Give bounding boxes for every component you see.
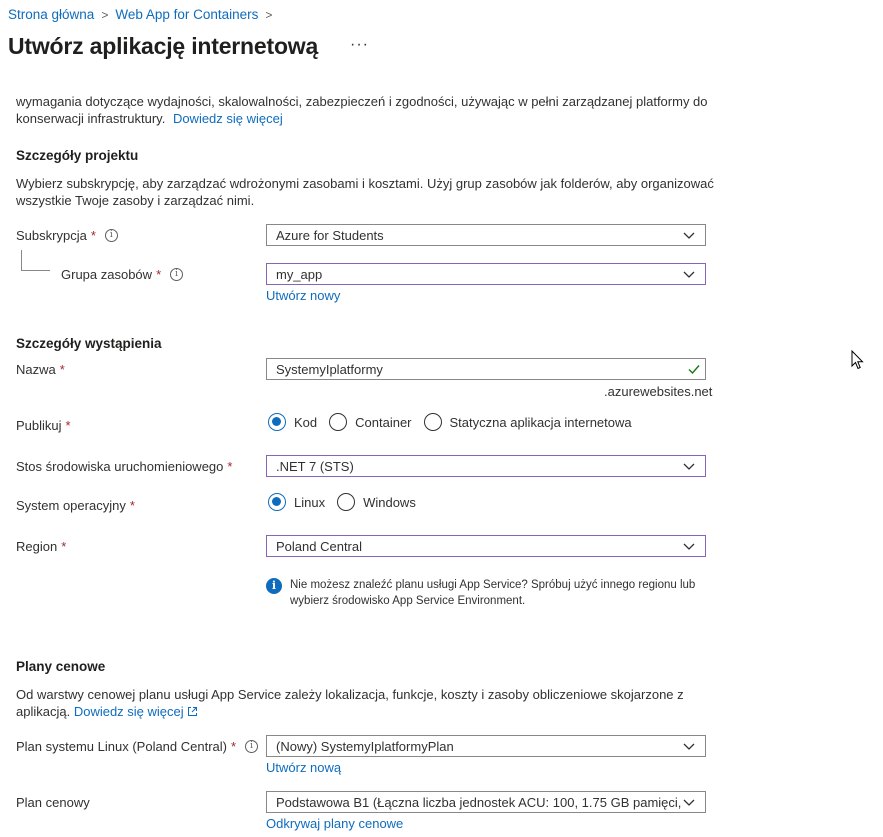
subscription-label: Subskrypcja * i (16, 228, 118, 243)
pricing-heading: Plany cenowe (16, 659, 106, 674)
region-dropdown[interactable]: Poland Central (266, 535, 706, 557)
breadcrumb: Strona główna > Web App for Containers > (8, 7, 279, 22)
scrolled-text-fragment (16, 78, 706, 86)
info-icon[interactable]: i (104, 229, 118, 242)
page-title: Utwórz aplikację internetową (8, 33, 319, 59)
os-linux-radio[interactable] (268, 493, 286, 511)
chevron-down-icon (683, 543, 695, 550)
publish-container-radio[interactable] (329, 413, 348, 431)
domain-suffix: .azurewebsites.net (604, 384, 713, 399)
info-icon[interactable]: i (245, 740, 259, 753)
linux-plan-label: Plan systemu Linux (Poland Central) * i (16, 739, 259, 754)
resource-group-dropdown[interactable]: my_app (266, 263, 706, 285)
intro-learn-more-link[interactable]: Dowiedz się więcej (173, 111, 283, 126)
more-options-button[interactable]: ··· (350, 36, 369, 54)
chevron-down-icon (683, 271, 695, 278)
create-plan-link[interactable]: Utwórz nową (266, 760, 341, 775)
publish-radio-group: Kod Container Statyczna aplikacja intern… (268, 413, 644, 431)
name-label: Nazwa * (16, 362, 65, 377)
instance-details-heading: Szczegóły wystąpienia (16, 336, 162, 351)
chevron-right-icon: > (265, 7, 273, 22)
runtime-label: Stos środowiska uruchomieniowego * (16, 459, 233, 474)
subscription-dropdown[interactable]: Azure for Students (266, 224, 706, 246)
breadcrumb-home-link[interactable]: Strona główna (8, 7, 94, 22)
chevron-down-icon (683, 232, 695, 239)
intro-paragraph: wymagania dotyczące wydajności, skalowal… (16, 93, 716, 127)
chevron-down-icon (683, 463, 695, 470)
resource-group-label: Grupa zasobów * i (61, 267, 184, 282)
chevron-down-icon (683, 799, 695, 806)
info-icon[interactable]: i (170, 268, 184, 281)
region-label: Region * (16, 539, 67, 554)
checkmark-icon (688, 365, 700, 375)
linux-plan-dropdown[interactable]: (Nowy) SystemyIplatformyPlan (266, 735, 706, 757)
info-icon: i (266, 578, 282, 594)
intro-text: wymagania dotyczące wydajności, skalowal… (16, 94, 708, 126)
tree-connector (21, 250, 22, 270)
chevron-right-icon: > (101, 7, 109, 22)
project-details-heading: Szczegóły projektu (16, 148, 139, 163)
mouse-cursor-icon (851, 350, 864, 370)
price-plan-label: Plan cenowy (16, 795, 90, 810)
explore-pricing-plans-link[interactable]: Odkrywaj plany cenowe (266, 816, 403, 831)
chevron-down-icon (683, 743, 695, 750)
region-info-message: i Nie możesz znaleźć planu usługi App Se… (266, 577, 700, 609)
pricing-learn-more-link[interactable]: Dowiedz się więcej (74, 704, 184, 719)
breadcrumb-web-app-link[interactable]: Web App for Containers (115, 7, 258, 22)
os-radio-group: Linux Windows (268, 493, 428, 511)
app-name-input[interactable]: SystemyIplatformy (266, 358, 706, 380)
os-label: System operacyjny * (16, 498, 135, 513)
pricing-description: Od warstwy cenowej planu usługi App Serv… (16, 687, 684, 719)
project-description: Wybierz subskrypcję, aby zarządzać wdroż… (16, 176, 714, 208)
external-link-icon (188, 707, 198, 716)
publish-static-web-app-radio[interactable] (423, 413, 442, 431)
publish-code-radio[interactable] (268, 413, 286, 431)
price-plan-dropdown[interactable]: Podstawowa B1 (Łączna liczba jednostek A… (266, 791, 706, 813)
runtime-stack-dropdown[interactable]: .NET 7 (STS) (266, 455, 706, 477)
os-windows-radio[interactable] (337, 493, 356, 511)
tree-connector (21, 270, 50, 271)
publish-label: Publikuj * (16, 418, 71, 433)
create-resource-group-link[interactable]: Utwórz nowy (266, 288, 340, 303)
